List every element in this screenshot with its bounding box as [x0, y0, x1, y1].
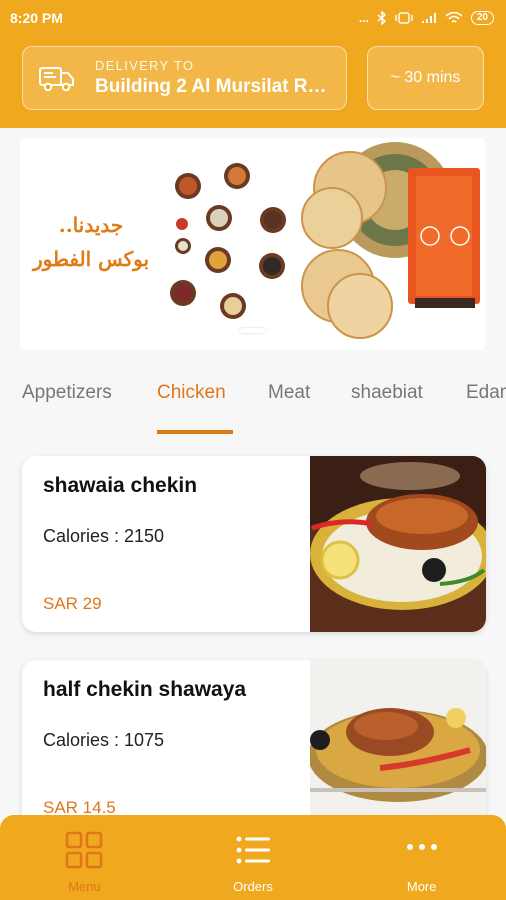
tab-chicken[interactable]: Chicken	[157, 382, 226, 404]
menu-item-image	[310, 660, 486, 836]
banner-image	[170, 142, 480, 339]
vibrate-icon	[395, 12, 413, 24]
battery-indicator: 20	[470, 11, 494, 25]
carousel-indicator	[240, 328, 266, 333]
tab-shaebiat[interactable]: shaebiat	[351, 382, 423, 404]
nav-orders-label: Orders	[233, 879, 273, 894]
grid-icon	[66, 831, 103, 869]
tab-meat[interactable]: Meat	[268, 382, 310, 404]
menu-item-card[interactable]: half chekin shawaya Calories : 1075 SAR …	[22, 660, 486, 836]
delivery-label: DELIVERY TO	[95, 58, 195, 73]
menu-item-price: SAR 29	[43, 594, 102, 613]
wifi-icon	[445, 11, 463, 23]
menu-item-card[interactable]: shawaia chekin Calories : 2150 SAR 29	[22, 456, 486, 632]
tab-appetizers[interactable]: Appetizers	[22, 382, 112, 404]
menu-item-image	[310, 456, 486, 632]
bluetooth-icon	[377, 11, 386, 25]
status-time: 8:20 PM	[10, 10, 63, 26]
delivery-address: Building 2 Al Mursilat Road	[95, 76, 332, 97]
signal-icon	[421, 13, 436, 23]
nav-more[interactable]: More	[337, 815, 506, 900]
nav-menu[interactable]: Menu	[0, 815, 169, 900]
app-header: 8:20 PM ... 20 DELIVERY TO Building 2 Al…	[0, 0, 506, 128]
tab-edam[interactable]: Edam	[466, 382, 506, 404]
menu-item-calories: Calories : 2150	[43, 526, 165, 546]
category-tabs: Appetizers Chicken Meat shaebiat Edam	[0, 368, 506, 436]
bottom-nav: Menu Orders More	[0, 815, 506, 900]
delivery-address-button[interactable]: DELIVERY TO Building 2 Al Mursilat Road	[22, 46, 347, 110]
nav-orders[interactable]: Orders	[169, 815, 338, 900]
status-bar: 8:20 PM ... 20	[0, 0, 506, 36]
more-icon	[406, 844, 437, 850]
status-icons: ... 20	[359, 11, 494, 25]
list-icon	[236, 836, 270, 864]
eta-text: ~ 30 mins	[390, 69, 461, 86]
status-dots: ...	[358, 11, 369, 25]
promo-banner[interactable]: جديدنا.. بوكس الفطور	[20, 138, 486, 350]
menu-item-calories: Calories : 1075	[43, 730, 165, 750]
truck-icon	[39, 67, 74, 92]
active-tab-indicator	[157, 430, 233, 434]
menu-item-name: half chekin shawaya	[43, 678, 247, 701]
nav-menu-label: Menu	[68, 879, 101, 894]
eta-button[interactable]: ~ 30 mins	[367, 46, 484, 110]
menu-item-name: shawaia chekin	[43, 474, 198, 497]
spice-bowls	[170, 163, 286, 319]
nav-more-label: More	[406, 879, 437, 894]
